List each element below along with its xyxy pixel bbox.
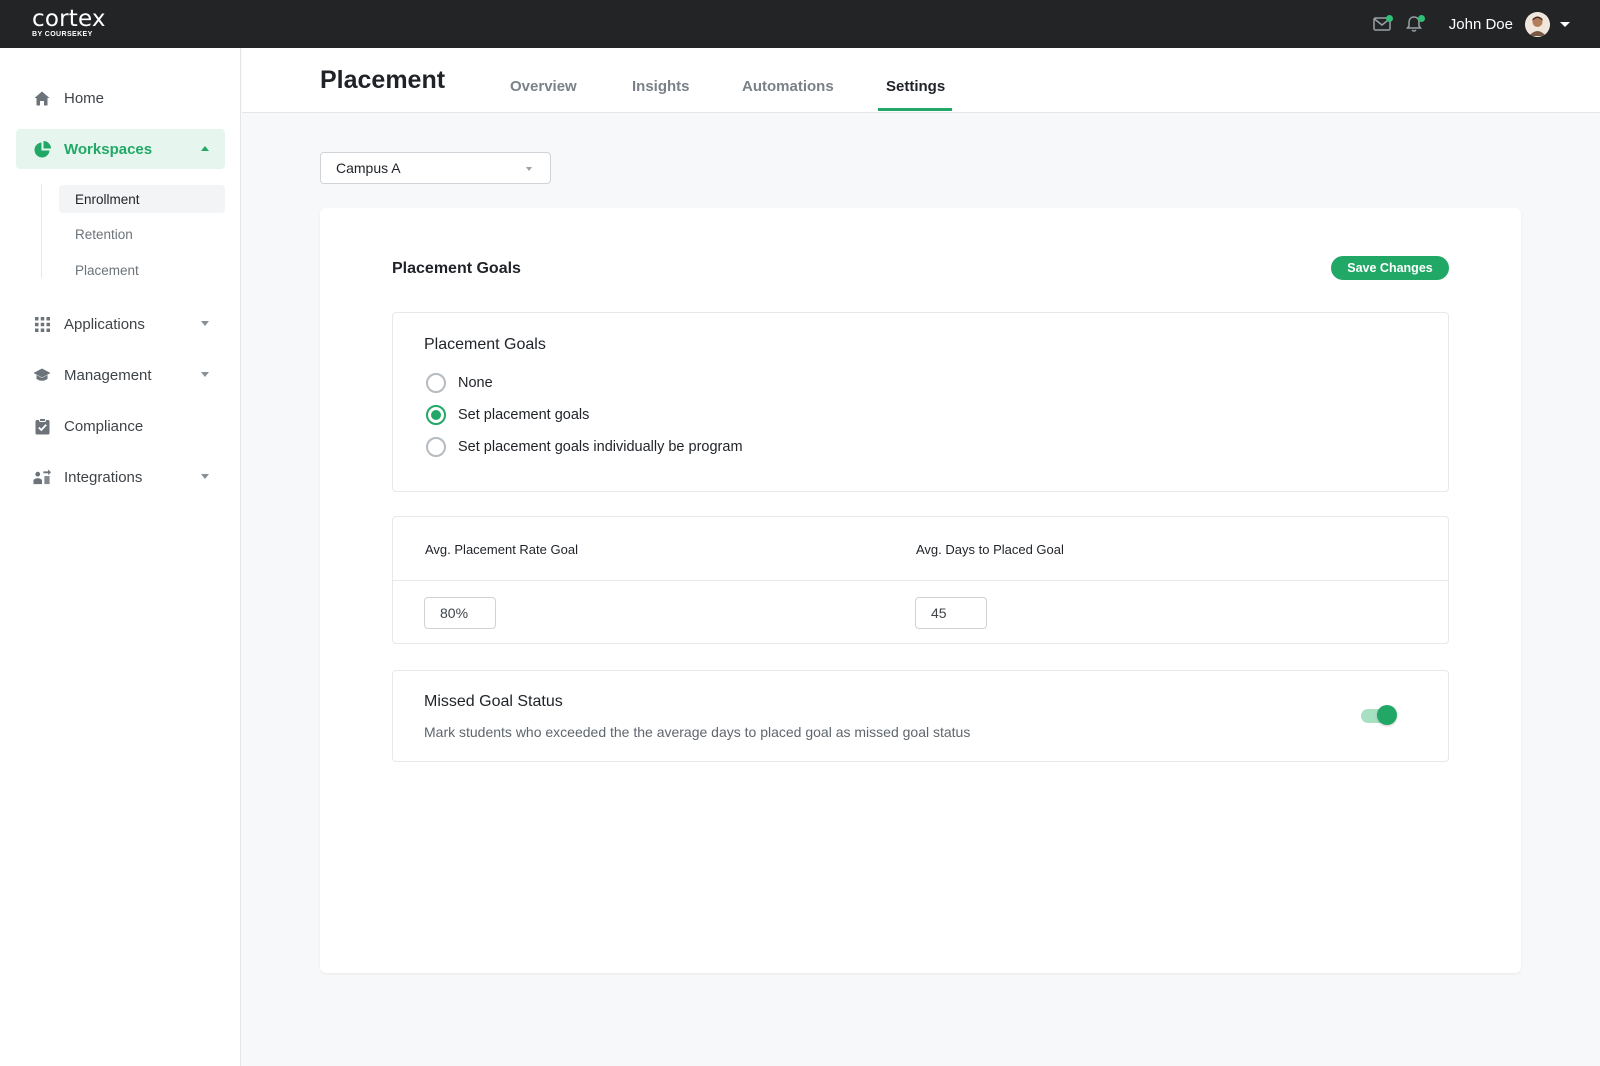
placement-goals-panel: Placement Goals None Set placement goals… (392, 312, 1449, 492)
sidebar-item-workspaces[interactable]: Workspaces (16, 129, 225, 169)
missed-goal-title: Missed Goal Status (424, 693, 563, 710)
integrations-icon (33, 468, 51, 486)
mail-icon[interactable] (1371, 13, 1393, 35)
home-icon (33, 89, 51, 107)
chevron-down-icon (526, 167, 532, 171)
missed-goal-description: Mark students who exceeded the the avera… (424, 724, 971, 740)
placement-goals-card: Placement Goals Save Changes Placement G… (320, 208, 1521, 973)
logo-subtitle: BY COURSEKEY (32, 31, 93, 38)
user-menu-chevron-icon[interactable] (1560, 21, 1570, 27)
mail-notification-dot (1385, 15, 1393, 22)
sidebar-item-compliance[interactable]: Compliance (16, 406, 225, 446)
sidebar-item-home[interactable]: Home (16, 78, 225, 118)
radio-label: Set placement goals (458, 407, 590, 423)
days-to-placed-input[interactable] (915, 597, 987, 629)
sidebar-subitem-placement[interactable]: Placement (59, 256, 225, 284)
bell-notification-dot (1417, 15, 1425, 22)
missed-goal-panel: Missed Goal Status Mark students who exc… (392, 670, 1449, 762)
active-tab-indicator (878, 108, 952, 111)
radio-option-set-goals[interactable]: Set placement goals (426, 405, 589, 425)
radio-label: Set placement goals individually be prog… (458, 439, 743, 455)
radio-option-none[interactable]: None (426, 373, 493, 393)
radio-option-by-program[interactable]: Set placement goals individually be prog… (426, 437, 743, 457)
chevron-down-icon (201, 372, 209, 377)
sidebar-item-management[interactable]: Management (16, 355, 225, 395)
panel-divider (393, 580, 1448, 581)
sidebar-subitem-enrollment[interactable]: Enrollment (59, 185, 225, 213)
avatar[interactable] (1525, 11, 1550, 37)
missed-goal-toggle[interactable] (1361, 705, 1397, 725)
logo-wordmark: cortex (32, 6, 106, 32)
sidebar-item-applications[interactable]: Applications (16, 304, 225, 344)
goal-metrics-panel: Avg. Placement Rate Goal Avg. Days to Pl… (392, 516, 1449, 644)
bell-icon[interactable] (1403, 13, 1425, 35)
radio-button-selected[interactable] (426, 405, 446, 425)
chevron-down-icon (201, 474, 209, 479)
sidebar-item-label: Management (64, 366, 152, 384)
sidebar: Home Workspaces Enrollment Retention Pla… (0, 48, 241, 1066)
grid-icon (33, 315, 51, 333)
sidebar-item-label: Applications (64, 315, 145, 333)
toggle-knob (1377, 705, 1397, 725)
card-title: Placement Goals (392, 260, 521, 277)
sidebar-item-label: Home (64, 89, 105, 107)
page-title: Placement (320, 66, 446, 94)
sidebar-item-label: Integrations (64, 468, 143, 486)
pie-chart-icon (33, 140, 51, 158)
clipboard-check-icon (33, 417, 51, 435)
graduation-cap-icon (33, 366, 51, 384)
radio-button[interactable] (426, 437, 446, 457)
radio-button[interactable] (426, 373, 446, 393)
sidebar-item-label: Compliance (64, 417, 144, 435)
tab-settings[interactable]: Settings (886, 78, 945, 95)
user-name[interactable]: John Doe (1449, 16, 1513, 33)
chevron-down-icon (201, 321, 209, 326)
cortex-logo[interactable]: cortex BY COURSEKEY (32, 7, 106, 38)
campus-select[interactable]: Campus A (320, 152, 551, 184)
sidebar-item-label: Workspaces (64, 140, 153, 158)
tab-overview[interactable]: Overview (510, 78, 577, 95)
placement-rate-label: Avg. Placement Rate Goal (425, 542, 578, 557)
top-bar: cortex BY COURSEKEY John Doe (0, 0, 1600, 48)
tab-insights[interactable]: Insights (632, 78, 690, 95)
page-header: Placement Overview Insights Automations … (242, 48, 1600, 113)
placement-rate-input[interactable] (424, 597, 496, 629)
sidebar-item-integrations[interactable]: Integrations (16, 457, 225, 497)
tab-automations[interactable]: Automations (742, 78, 834, 95)
days-to-placed-label: Avg. Days to Placed Goal (916, 542, 1064, 557)
subnav-guide-line (41, 184, 42, 278)
chevron-up-icon (201, 146, 209, 151)
panel-title: Placement Goals (424, 336, 546, 353)
save-changes-button[interactable]: Save Changes (1331, 256, 1449, 280)
radio-label: None (458, 375, 493, 391)
top-right-controls: John Doe (1371, 0, 1570, 48)
sidebar-subitem-retention[interactable]: Retention (59, 220, 225, 248)
campus-select-value: Campus A (336, 160, 401, 176)
